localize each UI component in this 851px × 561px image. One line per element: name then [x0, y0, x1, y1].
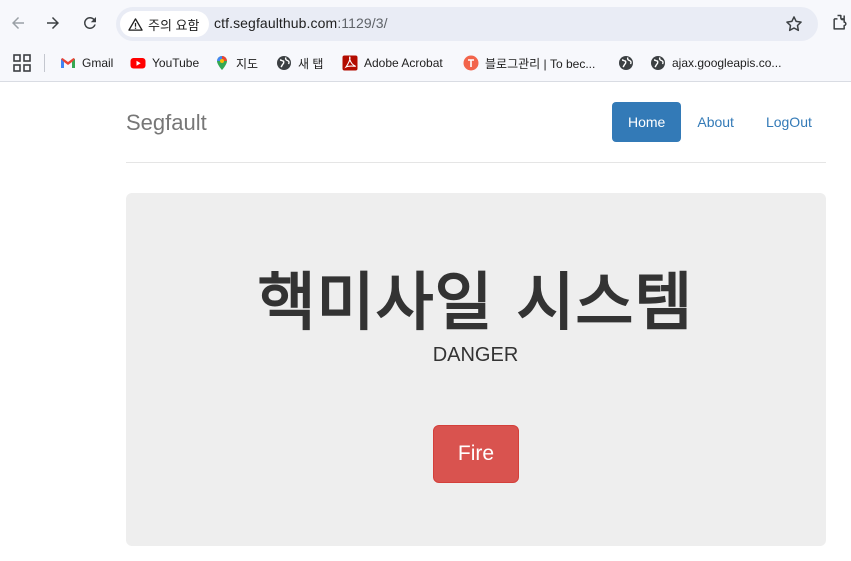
reload-button[interactable]: [77, 10, 103, 36]
nav-logout[interactable]: LogOut: [750, 102, 828, 142]
reload-icon: [83, 16, 96, 29]
gmail-icon: [61, 58, 75, 68]
security-chip[interactable]: 주의 요함: [120, 11, 210, 37]
bookmark-youtube[interactable]: YouTube: [130, 52, 199, 74]
bookmark-label: Adobe Acrobat: [364, 56, 443, 70]
site-nav: Home About LogOut: [612, 102, 828, 142]
site-brand[interactable]: Segfault: [126, 110, 207, 136]
youtube-icon: [130, 58, 146, 69]
header-divider: [126, 162, 826, 163]
bookmark-label: 지도: [236, 56, 259, 71]
globe-icon: [619, 56, 633, 70]
globe-icon: [277, 56, 291, 70]
arrow-left-icon: [12, 17, 24, 29]
bookmark-maps[interactable]: 지도: [214, 52, 258, 74]
bookmark-gmail[interactable]: Gmail: [60, 52, 113, 74]
bookmarks-divider: [44, 54, 45, 72]
url-text[interactable]: ctf.segfaulthub.com:1129/3/: [214, 15, 388, 31]
bookmark-label: 블로그관리 | To bec...: [485, 56, 596, 71]
bookmark-new-tab[interactable]: 새 탭: [276, 52, 323, 74]
bookmark-ajax[interactable]: ajax.googleapis.co...: [650, 52, 781, 74]
jumbotron: [126, 193, 826, 546]
url-host: ctf.segfaulthub.com: [214, 15, 338, 31]
warning-icon: [128, 17, 143, 31]
maps-icon: [217, 56, 227, 70]
bookmark-label: Gmail: [82, 56, 114, 70]
bookmark-label: 새 탭: [298, 56, 324, 71]
acrobat-icon: [342, 55, 358, 71]
apps-grid-icon[interactable]: [13, 54, 31, 72]
fire-button[interactable]: Fire: [433, 425, 519, 483]
browser-toolbar: 주의 요함 ctf.segfaulthub.com:1129/3/: [0, 0, 851, 46]
globe-icon: [651, 56, 665, 70]
address-bar[interactable]: 주의 요함 ctf.segfaulthub.com:1129/3/: [116, 7, 818, 41]
nav-home[interactable]: Home: [612, 102, 682, 142]
nav-about[interactable]: About: [681, 102, 750, 142]
bookmarks-bar: Gmail YouTube 지도 새 탭 Adobe Acrobat 블로그관리…: [0, 46, 851, 82]
extensions-icon[interactable]: [830, 13, 850, 33]
url-path: :1129/3/: [337, 15, 388, 31]
back-button[interactable]: [5, 10, 31, 36]
bookmark-globe[interactable]: [618, 52, 640, 74]
page-title: 핵미사일 시스템: [257, 266, 694, 339]
bookmark-label: ajax.googleapis.co...: [672, 56, 782, 70]
page-subtitle: DANGER: [432, 344, 519, 366]
arrow-right-icon: [47, 17, 59, 29]
blog-icon: [463, 55, 479, 71]
forward-button[interactable]: [40, 10, 66, 36]
bookmark-star-icon[interactable]: [784, 14, 804, 34]
security-label: 주의 요함: [148, 17, 200, 33]
bookmark-label: YouTube: [152, 56, 200, 70]
bookmark-blog[interactable]: 블로그관리 | To bec...: [463, 52, 595, 74]
bookmark-acrobat[interactable]: Adobe Acrobat: [342, 52, 443, 74]
